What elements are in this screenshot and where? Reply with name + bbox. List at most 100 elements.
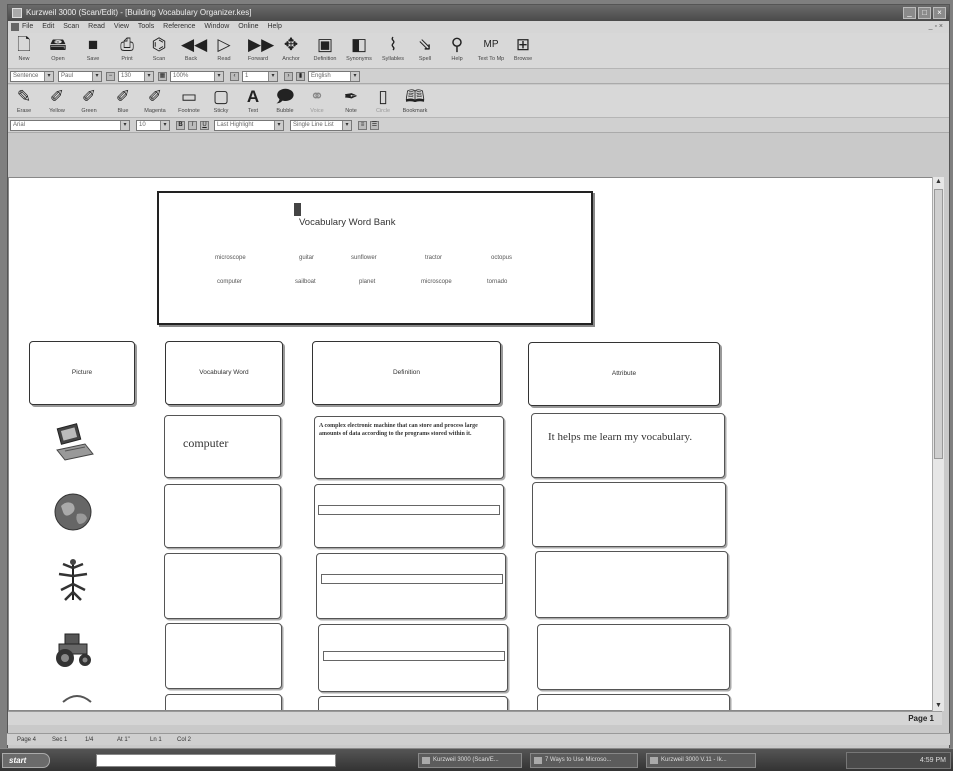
start-button[interactable]: start (2, 753, 50, 768)
taskbar-item[interactable]: Kurzweil 3000 V.11 - Ik... (646, 753, 756, 768)
syllables-button[interactable]: ⌇ Syllables (380, 35, 406, 62)
underline-button[interactable]: U (200, 121, 209, 130)
menu-tools[interactable]: Tools (138, 21, 154, 33)
bold-button[interactable]: B (176, 121, 185, 130)
open-button[interactable]: 🖴 Open (45, 35, 71, 62)
language-select[interactable]: English (308, 71, 360, 82)
list-button[interactable]: ☰ (370, 121, 379, 130)
tractor-picture (49, 624, 97, 672)
reading-unit-select[interactable]: Sentence (10, 71, 54, 82)
vocab-cell[interactable] (164, 553, 281, 619)
help-button[interactable]: ⚲ Help (444, 35, 470, 62)
definition-input[interactable] (318, 505, 500, 515)
definition-cell[interactable] (318, 696, 508, 710)
vocab-cell[interactable] (165, 694, 282, 710)
title-bar[interactable]: Kurzweil 3000 (Scan/Edit) - [Building Vo… (8, 5, 949, 21)
menu-help[interactable]: Help (267, 21, 281, 33)
menu-reference[interactable]: Reference (163, 21, 195, 33)
anchor-button[interactable]: ✥ Anchor (278, 35, 304, 62)
text-note-button[interactable]: A Text (240, 87, 266, 114)
attribute-cell[interactable] (537, 694, 730, 710)
attribute-cell[interactable]: It helps me learn my vocabulary. (531, 413, 725, 478)
definition-cell[interactable] (316, 553, 506, 619)
vertical-scrollbar[interactable]: ▲ ▼ (932, 177, 944, 711)
read-button[interactable]: ▷ Read (211, 35, 237, 62)
speed-select[interactable]: 130 (118, 71, 154, 82)
italic-button[interactable]: I (188, 121, 197, 130)
mdi-controls[interactable]: _ ▫ × (929, 21, 943, 33)
voice-note-button[interactable]: ⚭ Voice (304, 87, 330, 114)
align-button[interactable]: ≡ (358, 121, 367, 130)
browse-button[interactable]: ⊞ Browse (510, 35, 536, 62)
document-icon[interactable] (11, 23, 19, 31)
document-page[interactable]: Vocabulary Word Bank microscope guitar s… (8, 177, 942, 711)
blue-highlighter-button[interactable]: ✐ Blue (110, 87, 136, 114)
menu-read[interactable]: Read (88, 21, 105, 33)
header-definition[interactable]: Definition (312, 341, 501, 405)
definition-cell[interactable] (318, 624, 508, 692)
attribute-cell[interactable] (537, 624, 730, 690)
partial-picture (53, 684, 101, 704)
footnote-button[interactable]: ▭ Footnote (176, 87, 202, 114)
bubble-button[interactable]: 🗩 Bubble (272, 87, 298, 114)
definition-input[interactable] (321, 574, 503, 584)
text-color-select[interactable]: Single Line List (290, 120, 352, 131)
maximize-button[interactable]: □ (918, 7, 931, 19)
green-highlighter-button[interactable]: ✐ Green (76, 87, 102, 114)
definition-button[interactable]: ▣ Definition (312, 35, 338, 62)
page-prev-button[interactable]: ‹ (230, 72, 239, 81)
taskbar-item[interactable]: Kurzweil 3000 (Scan/E... (418, 753, 522, 768)
definition-cell[interactable] (314, 484, 504, 548)
attribute-cell[interactable] (532, 482, 726, 547)
close-button[interactable]: × (933, 7, 946, 19)
highlight-select[interactable]: Last Highlight (214, 120, 284, 131)
scan-button[interactable]: ⌬ Scan (146, 35, 172, 62)
vocab-cell[interactable]: computer (164, 415, 281, 478)
speed-down-button[interactable]: − (106, 72, 115, 81)
voice-select[interactable]: Paul (58, 71, 102, 82)
header-picture[interactable]: Picture (29, 341, 135, 405)
spell-button[interactable]: ⇘ Spell (412, 35, 438, 62)
minimize-button[interactable]: _ (903, 7, 916, 19)
columns-button[interactable]: ▮ (296, 72, 305, 81)
circle-button[interactable]: ▯ Circle (370, 87, 396, 114)
note-button[interactable]: ✒ Note (338, 87, 364, 114)
definition-cell[interactable]: A complex electronic machine that can st… (314, 416, 504, 479)
taskbar-item[interactable]: 7 Ways to Use Microso... (530, 753, 638, 768)
menu-view[interactable]: View (114, 21, 129, 33)
save-button[interactable]: ■ Save (80, 35, 106, 62)
scroll-down-icon[interactable]: ▼ (933, 701, 944, 711)
menu-online[interactable]: Online (238, 21, 258, 33)
bookmark-button[interactable]: 🕮 Bookmark (402, 87, 428, 114)
zoom-select[interactable]: 100% (170, 71, 224, 82)
back-button[interactable]: ◀◀ Back (178, 35, 207, 62)
address-box[interactable] (96, 754, 336, 767)
view-button[interactable]: ▦ (158, 72, 167, 81)
scroll-up-icon[interactable]: ▲ (933, 177, 944, 187)
new-button[interactable]: 🗋 New (11, 35, 37, 62)
erase-button[interactable]: ✎ Erase (11, 87, 37, 114)
magenta-highlighter-button[interactable]: ✐ Magenta (142, 87, 168, 114)
vocab-cell[interactable] (164, 484, 281, 548)
synonyms-button[interactable]: ◧ Synonyms (346, 35, 372, 62)
menu-scan[interactable]: Scan (63, 21, 79, 33)
menu-edit[interactable]: Edit (42, 21, 54, 33)
vocab-cell[interactable] (165, 623, 282, 689)
page-select[interactable]: 1 (242, 71, 278, 82)
font-select[interactable]: Arial (10, 120, 130, 131)
font-size-select[interactable]: 10 (136, 120, 170, 131)
scroll-thumb[interactable] (934, 189, 943, 459)
sticky-note-button[interactable]: ▢ Sticky (208, 87, 234, 114)
word-bank-box[interactable]: Vocabulary Word Bank microscope guitar s… (157, 191, 593, 325)
definition-input[interactable] (323, 651, 505, 661)
print-button[interactable]: ⎙ Print (114, 35, 140, 62)
yellow-highlighter-button[interactable]: ✐ Yellow (44, 87, 70, 114)
header-attribute[interactable]: Attribute (528, 342, 720, 406)
forward-button[interactable]: ▶▶ Forward (245, 35, 274, 62)
attribute-cell[interactable] (535, 551, 728, 618)
header-vocabulary-word[interactable]: Vocabulary Word (165, 341, 283, 405)
menu-window[interactable]: Window (204, 21, 229, 33)
page-next-button[interactable]: › (284, 72, 293, 81)
text-to-speech-button[interactable]: MP Text To Mp (474, 35, 508, 62)
menu-file[interactable]: File (22, 21, 33, 33)
